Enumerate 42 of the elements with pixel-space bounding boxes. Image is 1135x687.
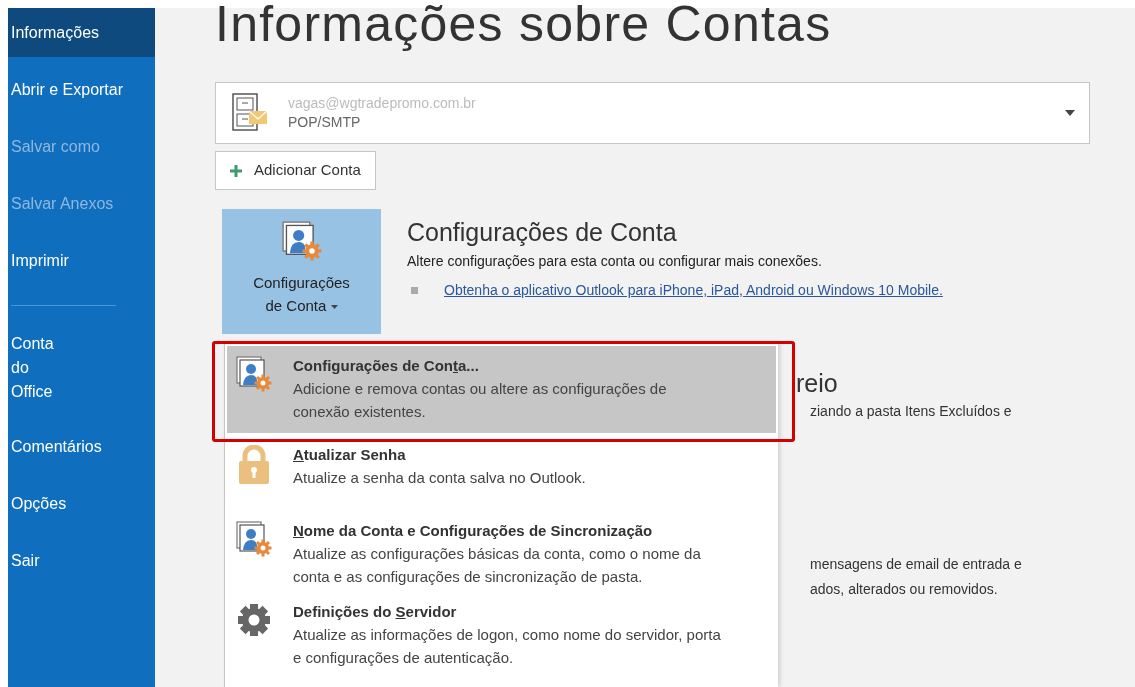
account-type: POP/SMTP — [288, 113, 362, 132]
lock-icon — [237, 445, 271, 485]
account-dropdown[interactable]: vagas@wgtradepromo.com.br POP/SMTP — [215, 82, 1090, 144]
menu-item[interactable]: Configurações de Conta... Adicione e remova contas ou altere as configurações de conexão existentes. — [227, 346, 776, 433]
sidebar-item[interactable]: Comentários — [8, 422, 155, 471]
sidebar-item[interactable]: Informações — [8, 8, 155, 57]
menu-item-title: Definições do Servidor — [293, 602, 458, 622]
section-heading: Configurações de Conta — [407, 217, 678, 247]
account-email: vagas@wgtradepromo.com.br — [288, 94, 476, 112]
section-description: ziando a pasta Itens Excluídos e — [810, 402, 1013, 421]
sidebar-item[interactable]: Abrir e Exportar — [8, 65, 155, 114]
page-title: Informações sobre Contas — [215, 0, 833, 50]
user-settings-icon — [236, 356, 272, 392]
section-description: Altere configurações para esta conta ou configurar mais conexões. — [407, 252, 823, 271]
menu-item[interactable]: Atualizar Senha Atualize a senha da conta salva no Outlook. — [227, 433, 776, 519]
sidebar-item[interactable]: Opções — [8, 479, 155, 528]
menu-item-description: Adicione e remova contas ou altere as configurações de conexão existentes. — [293, 379, 668, 422]
section-description: mensagens de email de entrada e — [810, 555, 1023, 574]
account-settings-button[interactable]: Configurações de Conta — [222, 209, 381, 334]
menu-item-title: Atualizar Senha — [293, 445, 407, 465]
sidebar-item[interactable]: Imprimir — [8, 236, 155, 285]
gear-icon — [236, 602, 272, 638]
user-settings-icon — [236, 521, 272, 557]
menu-item[interactable]: Nome da Conta e Configurações de Sincronização Atualize as configurações básicas da conta, como o nome da conta e as configurações de sincronização de pasta. — [227, 519, 776, 600]
outlook-app-link[interactable]: Obtenha o aplicativo Outlook para iPhone, iPad, Android ou Windows 10 Mobile. — [444, 280, 943, 301]
caret-icon — [330, 305, 338, 310]
sidebar-item[interactable]: Sair — [8, 536, 155, 585]
menu-item-description: Atualize as configurações básicas da conta, como o nome da conta e as configurações de sincronização de pasta. — [293, 544, 702, 587]
menu-item-description: Atualize as informações de logon, como nome do servidor, porta e configurações de autenticação. — [293, 625, 722, 668]
sidebar-item[interactable]: Conta do Office — [8, 326, 72, 410]
add-account-button[interactable]: Adicionar Conta — [215, 151, 376, 190]
menu-item-title: Configurações de Conta... — [293, 356, 480, 376]
menu-item[interactable]: Definições do Servidor Atualize as informações de logon, como nome do servidor, porta e configurações de autenticação. — [227, 600, 776, 681]
section-heading: reio — [796, 368, 839, 398]
section-description: ados, alterados ou removidos. — [810, 580, 999, 599]
mailbox-icon — [232, 93, 268, 133]
menu-item-title: Nome da Conta e Configurações de Sincronização — [293, 521, 654, 541]
user-settings-icon — [281, 221, 322, 261]
plus-icon — [230, 164, 242, 177]
menu-item-description: Atualize a senha da conta salva no Outlook. — [293, 468, 587, 488]
dropdown-caret-icon — [1065, 110, 1075, 116]
bullet-icon — [411, 287, 418, 294]
